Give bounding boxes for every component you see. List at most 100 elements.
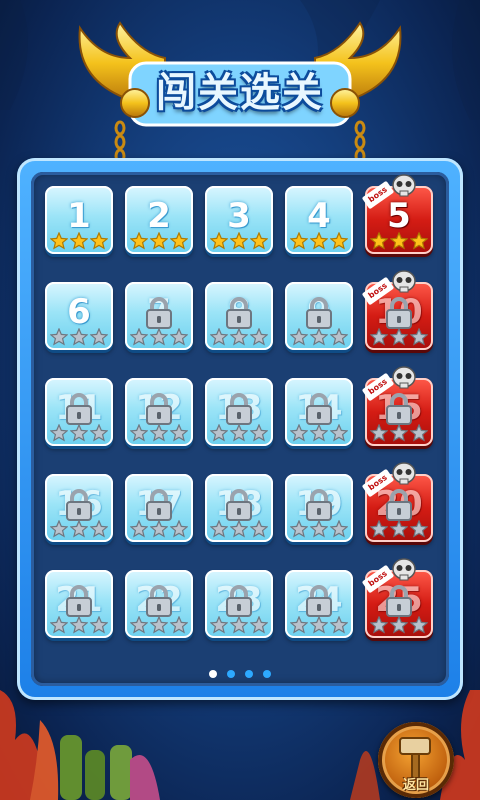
star-icon: [390, 616, 408, 634]
star-icon: [150, 520, 168, 538]
level-tile-5[interactable]: 5 boss: [361, 174, 433, 254]
level-tile-24[interactable]: 24: [285, 570, 353, 638]
star-icon: [390, 328, 408, 346]
star-icon: [130, 232, 148, 250]
star-icon: [50, 232, 68, 250]
level-tile-3[interactable]: 3: [205, 186, 273, 254]
lock-icon: [146, 393, 172, 425]
level-tile-7[interactable]: 7: [125, 282, 193, 350]
skull-icon: [392, 366, 416, 389]
page-dot-1[interactable]: [209, 670, 217, 678]
level-number: 4: [307, 196, 331, 236]
star-icon: [170, 232, 188, 250]
star-rating: [209, 424, 269, 444]
page-dot-4[interactable]: [263, 670, 271, 678]
page-dot-2[interactable]: [227, 670, 235, 678]
star-icon: [310, 424, 328, 442]
level-tile-9[interactable]: 9: [285, 282, 353, 350]
level-tile-19[interactable]: 19: [285, 474, 353, 542]
level-tile-13[interactable]: 13: [205, 378, 273, 446]
level-tile-25[interactable]: 25boss: [361, 558, 433, 638]
star-icon: [150, 616, 168, 634]
level-tile-12[interactable]: 12: [125, 378, 193, 446]
level-grid: 12345boss678910boss1112131415boss1617181…: [45, 174, 435, 666]
star-rating: [369, 424, 429, 444]
star-icon: [410, 616, 428, 634]
star-rating: [129, 520, 189, 540]
star-icon: [50, 328, 68, 346]
star-icon: [290, 616, 308, 634]
star-icon: [210, 520, 228, 538]
level-tile-16[interactable]: 16: [45, 474, 113, 542]
lock-icon: [386, 297, 412, 329]
star-rating: [49, 424, 109, 444]
star-icon: [310, 616, 328, 634]
star-icon: [410, 232, 428, 250]
star-icon: [330, 616, 348, 634]
level-tile-20[interactable]: 20boss: [361, 462, 433, 542]
star-rating: [289, 232, 349, 252]
star-icon: [70, 232, 88, 250]
star-rating: [289, 616, 349, 636]
lock-icon: [146, 585, 172, 617]
level-tile-23[interactable]: 23: [205, 570, 273, 638]
level-tile-14[interactable]: 14: [285, 378, 353, 446]
star-rating: [49, 232, 109, 252]
coral-decoration-left: [0, 690, 160, 800]
star-icon: [70, 616, 88, 634]
star-icon: [90, 424, 108, 442]
star-icon: [90, 328, 108, 346]
back-button[interactable]: 返回: [378, 722, 454, 798]
star-icon: [210, 424, 228, 442]
page-indicator[interactable]: [0, 670, 480, 678]
level-tile-17[interactable]: 17: [125, 474, 193, 542]
star-icon: [290, 232, 308, 250]
star-icon: [370, 328, 388, 346]
star-rating: [289, 424, 349, 444]
lock-icon: [146, 297, 172, 329]
level-tile-22[interactable]: 22: [125, 570, 193, 638]
star-icon: [150, 232, 168, 250]
level-number: 1: [67, 196, 91, 236]
lock-icon: [226, 489, 252, 521]
star-icon: [130, 424, 148, 442]
star-icon: [50, 424, 68, 442]
lock-icon: [226, 585, 252, 617]
star-icon: [370, 616, 388, 634]
level-tile-6[interactable]: 6: [45, 282, 113, 350]
star-icon: [250, 520, 268, 538]
star-icon: [290, 520, 308, 538]
level-tile-15[interactable]: 15boss: [361, 366, 433, 446]
level-tile-4[interactable]: 4: [285, 186, 353, 254]
star-icon: [290, 424, 308, 442]
star-icon: [150, 424, 168, 442]
star-rating: [129, 232, 189, 252]
level-tile-1[interactable]: 1: [45, 186, 113, 254]
star-icon: [390, 424, 408, 442]
lock-icon: [386, 585, 412, 617]
level-tile-10[interactable]: 10boss: [361, 270, 433, 350]
star-rating: [369, 328, 429, 348]
star-icon: [370, 424, 388, 442]
star-icon: [70, 520, 88, 538]
lock-icon: [306, 585, 332, 617]
star-icon: [370, 520, 388, 538]
star-icon: [50, 520, 68, 538]
star-icon: [250, 232, 268, 250]
level-tile-18[interactable]: 18: [205, 474, 273, 542]
star-icon: [230, 520, 248, 538]
lock-icon: [306, 297, 332, 329]
lock-icon: [226, 297, 252, 329]
star-icon: [330, 520, 348, 538]
star-icon: [310, 232, 328, 250]
level-tile-2[interactable]: 2: [125, 186, 193, 254]
star-icon: [170, 424, 188, 442]
star-icon: [210, 328, 228, 346]
level-tile-11[interactable]: 11: [45, 378, 113, 446]
level-tile-21[interactable]: 21: [45, 570, 113, 638]
level-tile-8[interactable]: 8: [205, 282, 273, 350]
page-title: 闯关选关: [156, 70, 324, 116]
lock-icon: [66, 393, 92, 425]
page-dot-3[interactable]: [245, 670, 253, 678]
star-rating: [209, 232, 269, 252]
